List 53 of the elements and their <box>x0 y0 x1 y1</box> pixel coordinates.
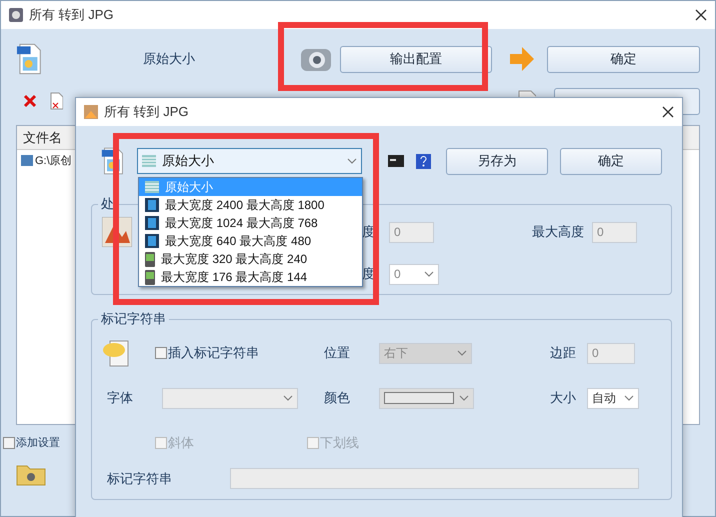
caret-icon <box>457 350 467 356</box>
image-icon <box>21 154 33 166</box>
position-label: 位置 <box>324 344 351 362</box>
remove-file-icon <box>50 92 63 110</box>
size-combo[interactable]: 原始大小 <box>137 148 362 174</box>
delete-icon <box>23 94 36 108</box>
dropdown-option[interactable]: 最大宽度 320 最大高度 240 <box>139 250 362 268</box>
format-label: 原始大小 <box>143 50 196 68</box>
output-config-button[interactable]: 输出配置 <box>340 46 492 72</box>
height-label: 最大高度 <box>532 223 585 241</box>
image-file-icon <box>16 43 44 75</box>
color-label: 颜色 <box>324 389 351 407</box>
ok-button[interactable]: 确定 <box>547 46 700 72</box>
dropdown-option[interactable]: 最大宽度 176 最大高度 144 <box>139 268 362 286</box>
pattern-icon <box>145 181 159 193</box>
marker-string-field[interactable] <box>230 468 639 489</box>
dropdown-option[interactable]: 最大宽度 1024 最大高度 768 <box>139 214 362 232</box>
close-icon[interactable] <box>662 106 674 118</box>
marker-string-label: 标记字符串 <box>107 470 173 488</box>
arrow-icon <box>508 45 536 73</box>
caret-icon <box>283 395 293 401</box>
file-name[interactable]: G:\原创 <box>35 152 72 168</box>
caret-icon <box>347 158 357 164</box>
window-title: 所有 转到 JPG <box>29 6 115 24</box>
dropdown-option[interactable]: 最大宽度 640 最大高度 480 <box>139 232 362 250</box>
caret-icon <box>459 395 469 401</box>
save-as-button[interactable]: 另存为 <box>446 148 548 174</box>
color-combo[interactable] <box>379 388 474 408</box>
group-title: 处 <box>100 195 115 213</box>
ok-button[interactable]: 确定 <box>560 148 662 174</box>
close-icon[interactable] <box>695 9 707 21</box>
window-title: 所有 转到 JPG <box>104 103 190 121</box>
add-settings-checkbox[interactable]: 添加设置 <box>3 435 60 450</box>
margin-label: 边距 <box>550 344 577 362</box>
option-combo[interactable]: 0 <box>389 264 439 284</box>
phone-icon <box>145 252 155 266</box>
console-icon <box>388 155 404 167</box>
dropdown-option[interactable]: 最大宽度 2400 最大高度 1800 <box>139 196 362 214</box>
film-icon <box>145 216 159 230</box>
size-label: 大小 <box>550 389 577 407</box>
film-icon <box>145 234 159 248</box>
caret-icon <box>624 395 634 401</box>
app-icon <box>9 8 23 22</box>
pattern-icon <box>142 155 156 167</box>
help-icon[interactable] <box>416 154 431 168</box>
app-icon <box>84 105 98 119</box>
font-label: 字体 <box>106 389 134 407</box>
caret-icon <box>424 271 434 277</box>
phone-icon <box>145 270 155 284</box>
group-title: 标记字符串 <box>100 310 167 328</box>
size-combo[interactable]: 自动 <box>587 388 639 408</box>
film-icon <box>145 198 159 212</box>
insert-marker-checkbox[interactable]: 插入标记字符串 <box>155 344 324 362</box>
